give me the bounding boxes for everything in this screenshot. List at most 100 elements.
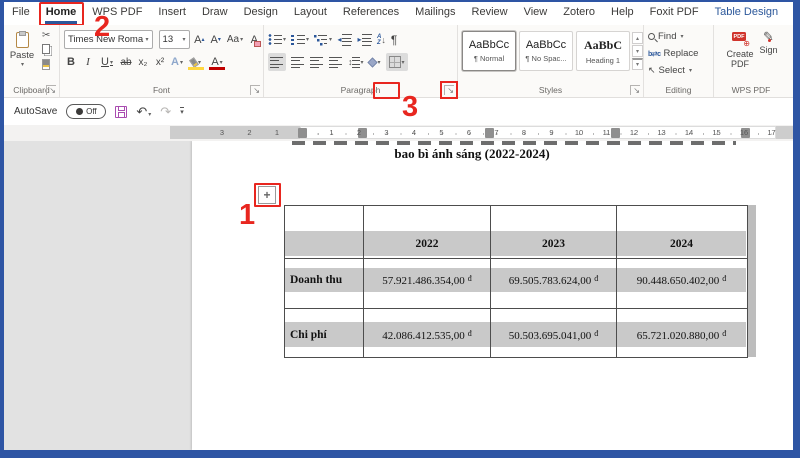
grow-font-button[interactable]: A [193,31,206,49]
table-cell[interactable]: 2024 [616,206,746,258]
style-card--no-spac-[interactable]: AaBbCc ¶ No Spac... [519,31,573,71]
tab-foxit-pdf[interactable]: Foxit PDF [642,2,707,25]
table-cell[interactable]: 2022 [363,206,490,258]
amount-value: 90.448.650.402,00 [636,275,720,287]
styles-scroll-up-icon[interactable]: ▴ [632,32,643,44]
ruler-number: 17 [767,128,776,137]
table-cell[interactable]: Doanh thu [285,259,363,308]
highlight-color-icon[interactable]: ▾ [187,53,205,71]
bold-button[interactable]: B [64,53,78,71]
styles-gallery-more-icon[interactable]: ▾ [632,58,643,70]
chevron-down-icon: ▾ [182,37,186,43]
table-cell[interactable]: 50.503.695.041,00 đ [490,309,616,357]
tab-file[interactable]: File [4,2,38,25]
clear-formatting-button[interactable]: A [248,31,262,49]
customize-qat-icon[interactable]: ▾ [180,107,184,116]
style-card--normal[interactable]: AaBbCc ¶ Normal [462,31,516,71]
select-button[interactable]: ↖ Select ▾ [648,62,711,79]
underline-button[interactable]: U ▾ [98,53,116,71]
annotation-step-1: 1 [239,199,256,231]
replace-button[interactable]: b⇄c Replace [648,45,711,62]
tab-layout[interactable]: Layout [286,2,335,25]
ruler-column-marker[interactable] [611,127,620,138]
paste-button[interactable]: Paste ▾ [8,31,36,68]
styles-scroll-down-icon[interactable]: ▾ [632,45,643,57]
format-painter-icon[interactable] [42,59,50,70]
table-cell[interactable]: 69.505.783.624,00 đ [490,259,616,308]
ruler-ticks [304,133,772,135]
shrink-font-button[interactable]: A [209,31,222,49]
save-icon[interactable] [115,105,128,118]
styles-dialog-launcher[interactable]: ↘ [630,85,640,95]
table-cell[interactable]: 90.448.650.402,00 đ [616,259,746,308]
change-case-button[interactable]: Aa ▾ [225,31,244,49]
tab-zotero[interactable]: Zotero [555,2,603,25]
data-table[interactable]: 2022 2023 2024 Doanh thu 57.921.486.354,00 đ 6… [284,205,748,358]
align-right-icon[interactable] [310,55,324,69]
increase-indent-icon[interactable]: ▸ [357,33,372,46]
create-pdf-button[interactable]: PDF ⊕ Create PDF [726,30,754,69]
cut-icon[interactable]: ✂ [42,31,52,41]
ruler-column-marker[interactable] [485,127,494,138]
document-page[interactable]: bao bì ánh sáng (2022-2024) 2022 2023 2024… [192,141,793,450]
styles-group-label: Styles [538,85,563,95]
show-marks-icon[interactable]: ¶ [391,33,397,47]
tab-mailings[interactable]: Mailings [407,2,463,25]
annotation-step-3: 3 [402,91,419,123]
copy-icon[interactable] [42,44,50,54]
sign-button[interactable]: ✎ Sign [760,30,778,69]
find-button[interactable]: Find ▾ [648,28,711,45]
year-header: 2023 [542,237,565,250]
sort-icon[interactable]: A Z ↓ [377,34,386,46]
editing-group: Find ▾ b⇄c Replace ↖ Select ▾ Editing [644,25,714,97]
tab-home[interactable]: Home [38,2,85,25]
shading-icon[interactable]: ▾ [366,56,381,68]
text-effects-icon[interactable]: A ▾ [170,53,184,71]
tab-design[interactable]: Design [236,2,286,25]
style-preview: AaBbCc [525,39,567,51]
font-dialog-launcher[interactable]: ↘ [250,85,260,95]
ruler-column-marker[interactable] [298,127,307,138]
table-cell[interactable]: 2023 [490,206,616,258]
undo-button[interactable]: ↶▾ [136,103,151,121]
align-left-icon[interactable] [268,53,286,71]
italic-button[interactable]: I [81,53,95,71]
table-cell[interactable]: 57.921.486.354,00 đ [363,259,490,308]
tab-table-design[interactable]: Table Design [707,2,787,25]
annotation-box-handle [254,183,281,207]
strikethrough-button[interactable]: ab [119,53,133,71]
font-size-combo[interactable]: 13 ▾ [158,30,190,49]
superscript-button[interactable]: x² [153,53,167,71]
justify-icon[interactable] [329,55,343,69]
tab-help[interactable]: Help [603,2,642,25]
table-cell[interactable] [285,206,363,258]
table-row: Chi phí 42.086.412.535,00 đ 50.503.695.041,… [285,308,747,357]
redo-icon[interactable]: ↷ [160,105,171,118]
font-color-icon[interactable]: A ▾ [208,53,226,71]
borders-icon[interactable]: ▾ [385,53,408,71]
annotation-box-launcher [373,82,400,99]
ruler-row: 3 2 1 1 2 3 4 5 6 7 8 9 10 11 12 13 14 15 16 17 [4,125,793,141]
paragraph-dialog-launcher[interactable]: ↘ [440,81,458,99]
ruler-margin-segment [170,126,300,139]
tab-insert[interactable]: Insert [150,2,194,25]
table-cell[interactable]: Chi phí [285,309,363,357]
decrease-indent-icon[interactable]: ◂ [337,33,352,46]
table-cell[interactable]: 42.086.412.535,00 đ [363,309,490,357]
subscript-button[interactable]: x₂ [136,53,150,71]
multilevel-list-icon[interactable]: ▾ [314,33,332,46]
autosave-toggle[interactable]: Off [66,104,107,119]
clipboard-dialog-launcher[interactable]: ↘ [46,85,56,95]
tab-references[interactable]: References [335,2,407,25]
numbering-icon[interactable]: ▾ [291,33,309,46]
table-cell[interactable]: 65.721.020.880,00 đ [616,309,746,357]
style-card-heading-1[interactable]: AaBbC Heading 1 [576,31,630,71]
tab-draw[interactable]: Draw [194,2,236,25]
currency-symbol: đ [467,274,472,283]
tab-view[interactable]: View [516,2,556,25]
bullets-icon[interactable]: ▾ [268,33,286,46]
ruler-number: 14 [684,128,694,137]
tab-review[interactable]: Review [464,2,516,25]
align-center-icon[interactable] [291,55,305,69]
line-spacing-icon[interactable]: ↕ ▾ [348,55,364,69]
